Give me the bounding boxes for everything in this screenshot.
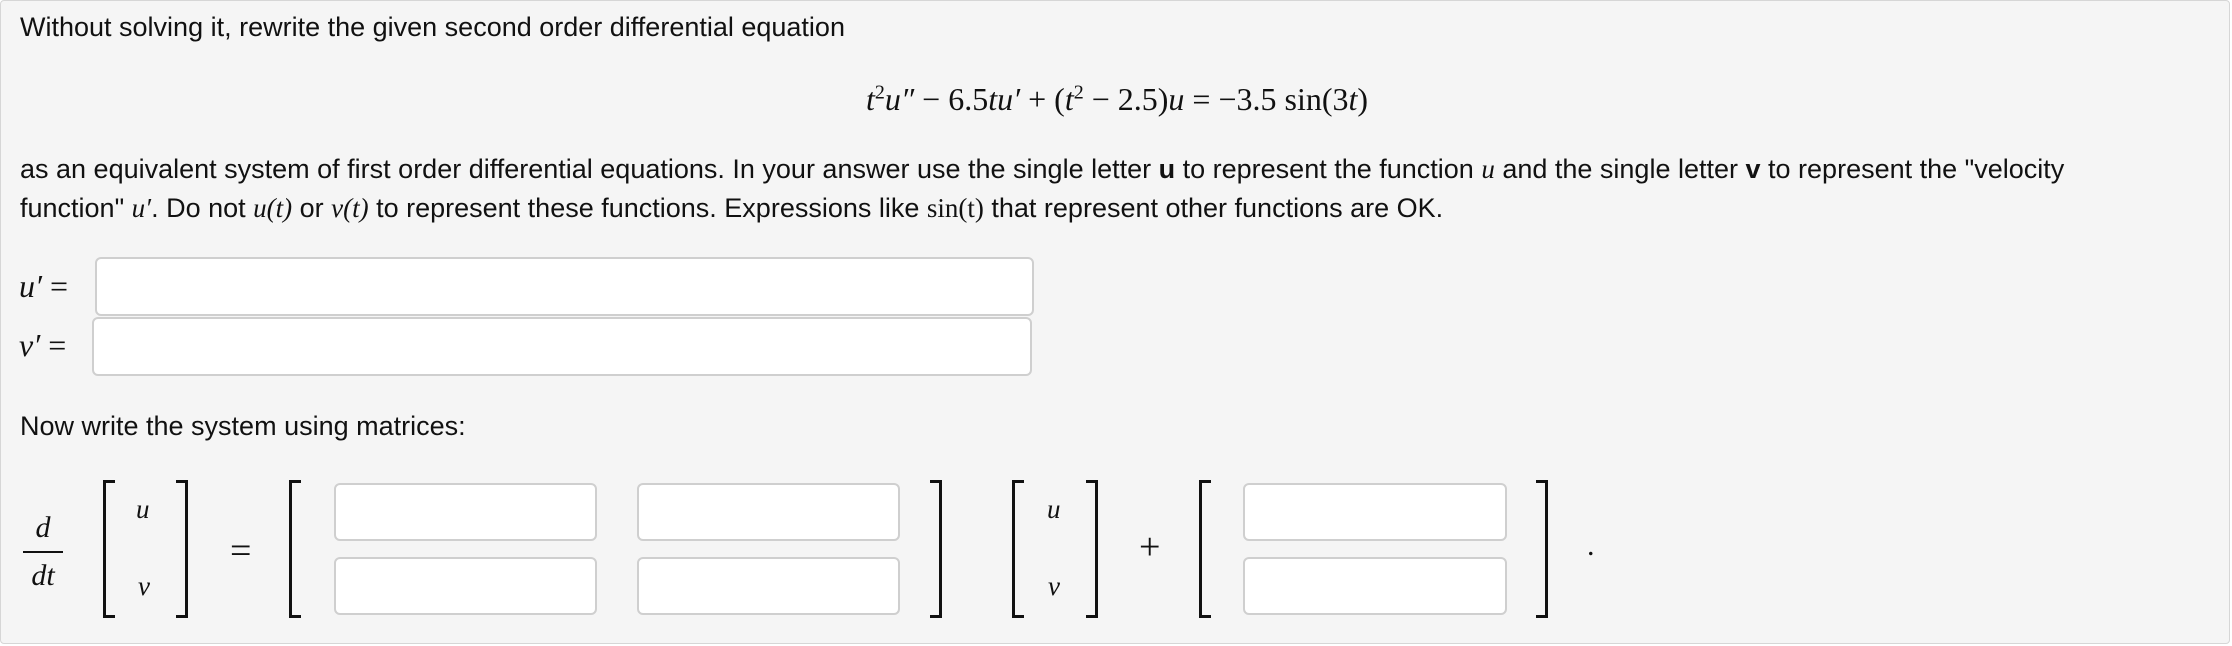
- forcing-vector-bracket-open: [1199, 480, 1211, 618]
- intro-text: Without solving it, rewrite the given se…: [20, 12, 845, 42]
- vprime-label: v′ =: [19, 327, 67, 363]
- matrix-heading: Now write the system using matrices:: [20, 411, 466, 441]
- uprime-label: u′ =: [19, 268, 69, 304]
- right-vector-v: v: [1048, 571, 1060, 601]
- right-vector-bracket-close: [1086, 480, 1098, 618]
- right-vector-u: u: [1047, 494, 1061, 524]
- right-vector-bracket-open: [1012, 480, 1024, 618]
- matrix-bracket-close: [930, 480, 942, 618]
- final-period: .: [1587, 529, 1595, 562]
- left-vector-v: v: [138, 571, 150, 601]
- matrix-a12-input[interactable]: [637, 483, 900, 541]
- left-vector-u: u: [136, 494, 150, 524]
- left-vector-bracket-close: [176, 480, 188, 618]
- instructions-line-2: function" u′. Do not u(t) or v(t) to rep…: [20, 193, 1444, 223]
- forcing-f2-input[interactable]: [1243, 557, 1507, 615]
- matrix-a21-input[interactable]: [334, 557, 597, 615]
- matrix-equals: =: [230, 530, 252, 572]
- derivative-operator: d dt: [23, 509, 63, 595]
- instructions-line-1: as an equivalent system of first order d…: [20, 154, 2065, 184]
- forcing-f1-input[interactable]: [1243, 483, 1507, 541]
- matrix-a22-input[interactable]: [637, 557, 900, 615]
- differential-equation: t2u″ − 6.5tu′ + (t2 − 2.5)u = −3.5 sin(3…: [865, 81, 1369, 117]
- uprime-answer-input[interactable]: [95, 257, 1034, 316]
- left-vector-bracket-open: [103, 480, 115, 618]
- plus-sign: +: [1139, 526, 1161, 568]
- question-panel: Without solving it, rewrite the given se…: [0, 0, 2230, 644]
- matrix-bracket-open: [289, 480, 301, 618]
- matrix-a11-input[interactable]: [334, 483, 597, 541]
- forcing-vector-bracket-close: [1536, 480, 1548, 618]
- vprime-answer-input[interactable]: [92, 317, 1032, 376]
